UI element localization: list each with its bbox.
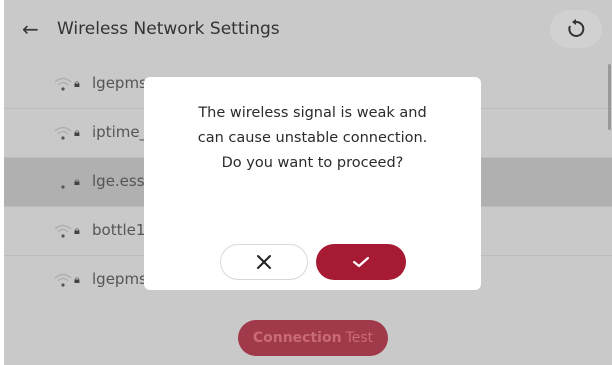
lock-icon: 🔒︎ bbox=[74, 126, 80, 139]
lock-icon: 🔒︎ bbox=[74, 273, 80, 286]
network-ssid: iptime_ bbox=[92, 123, 148, 141]
refresh-icon bbox=[568, 19, 585, 37]
bottom-bar: Connection Test bbox=[4, 300, 612, 365]
wifi-weak-icon bbox=[54, 126, 72, 140]
header: ← Wireless Network Settings bbox=[4, 0, 612, 60]
connection-test-label-rest: Test bbox=[345, 330, 374, 346]
lock-icon: 🔒︎ bbox=[74, 175, 80, 188]
dialog-message-line: Do you want to proceed? bbox=[221, 155, 404, 171]
connection-test-label-bold: Connection bbox=[252, 330, 342, 346]
lock-icon: 🔒︎ bbox=[74, 77, 80, 90]
lock-icon: 🔒︎ bbox=[74, 224, 80, 237]
network-ssid: bottle1 bbox=[92, 221, 146, 239]
network-ssid: lgepms bbox=[92, 270, 147, 288]
page-title: Wireless Network Settings bbox=[57, 19, 280, 39]
cancel-button[interactable] bbox=[220, 244, 308, 280]
wifi-weak-icon bbox=[54, 77, 72, 91]
dialog-message-line: can cause unstable connection. bbox=[197, 130, 428, 146]
weak-signal-dialog: The wireless signal is weak and can caus… bbox=[144, 77, 481, 290]
confirm-button[interactable] bbox=[316, 244, 406, 280]
wifi-weak-icon bbox=[54, 224, 72, 238]
refresh-button[interactable] bbox=[550, 10, 602, 48]
wifi-weak-icon bbox=[54, 273, 72, 287]
back-button[interactable]: ← bbox=[22, 14, 39, 44]
close-icon bbox=[257, 255, 271, 269]
wifi-weak-icon bbox=[61, 185, 65, 189]
connection-test-button[interactable]: Connection Test bbox=[238, 320, 388, 356]
check-icon bbox=[352, 256, 370, 268]
dialog-message-line: The wireless signal is weak and bbox=[198, 105, 427, 121]
scrollbar[interactable] bbox=[608, 64, 611, 130]
network-ssid: lgepms bbox=[92, 74, 147, 92]
network-ssid: lge.ess bbox=[92, 172, 145, 190]
wireless-settings-screen: ← Wireless Network Settings 🔒︎ lgepms 🔒︎… bbox=[4, 0, 612, 365]
dialog-message: The wireless signal is weak and can caus… bbox=[144, 101, 481, 176]
